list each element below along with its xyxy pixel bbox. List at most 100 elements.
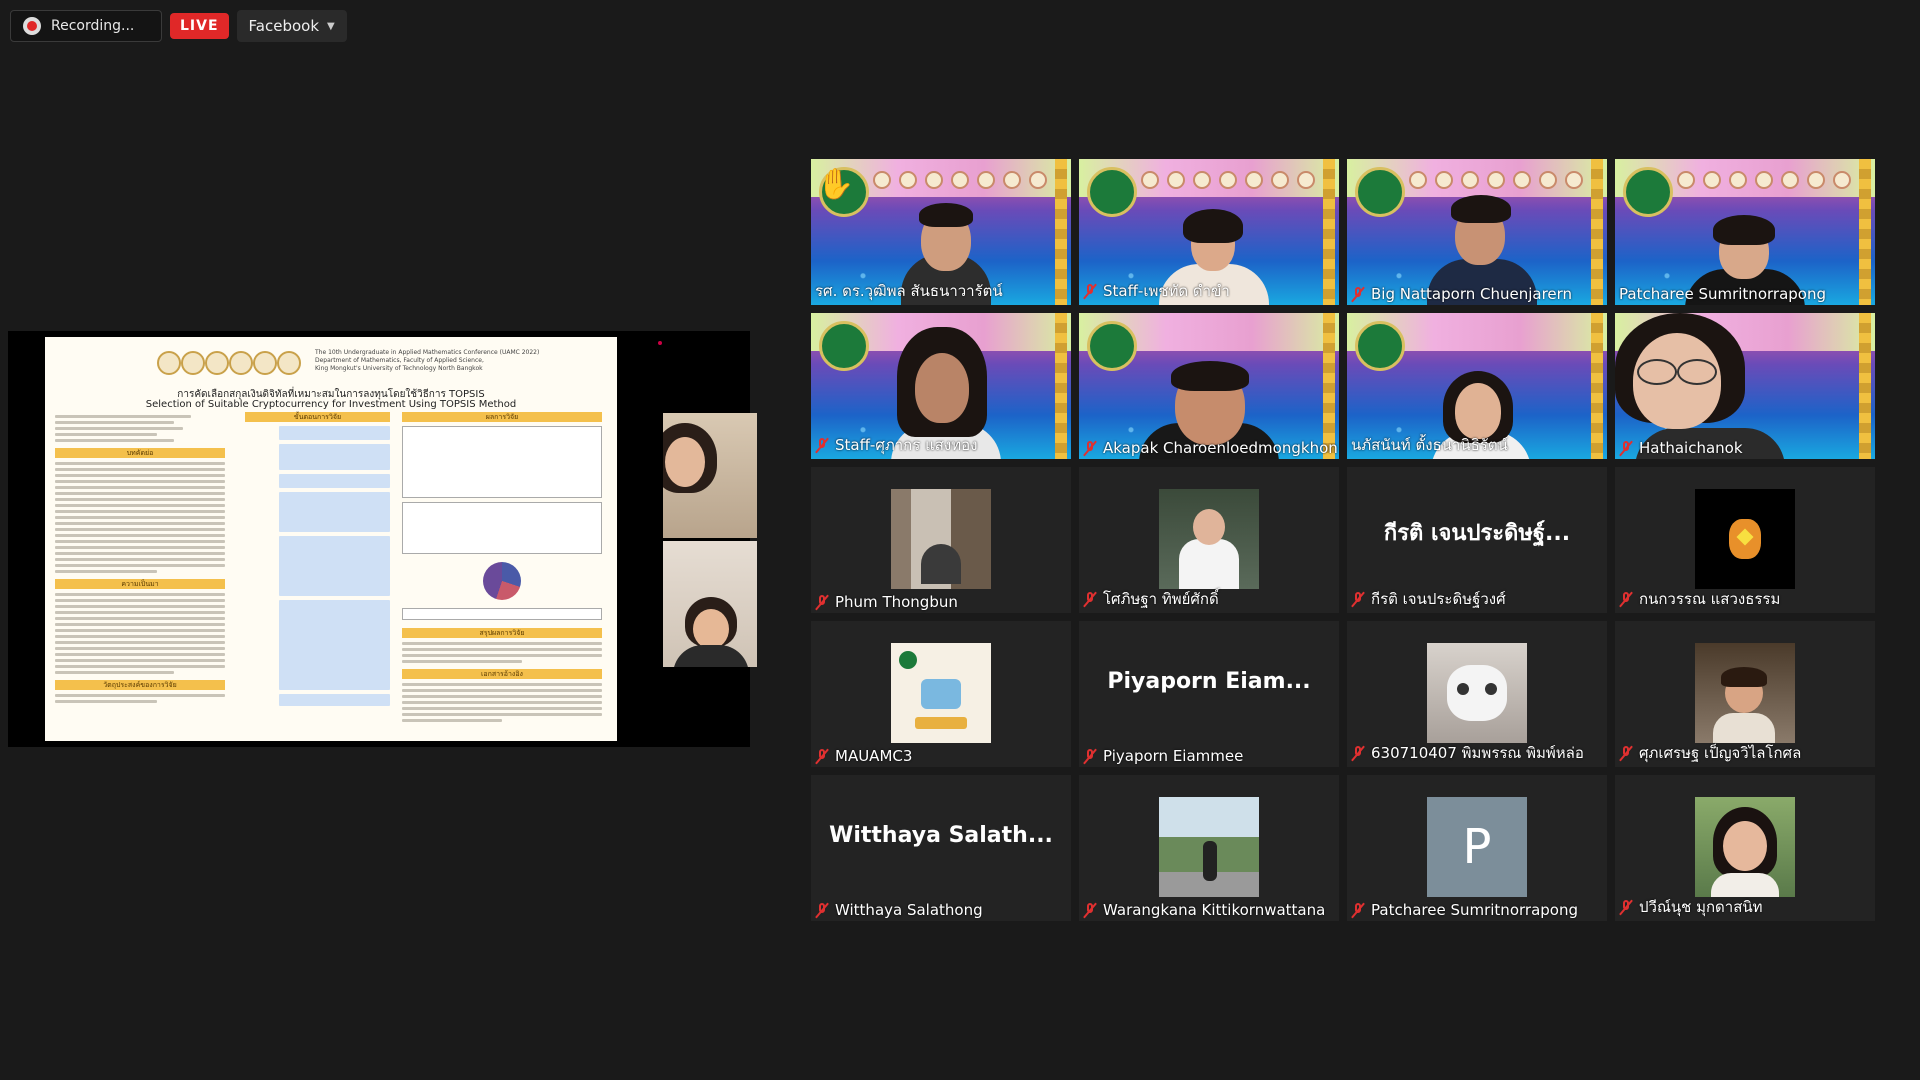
participant-avatar — [891, 489, 991, 589]
participant-tile[interactable]: Staff-ศุภากร แสงทอง — [811, 313, 1071, 459]
participant-name: โศภิษฐา ทิพย์ศักดิ์ — [1103, 590, 1219, 608]
participant-tile[interactable]: 630710407 พิมพรรณ พิมพ์หล่อ — [1347, 621, 1607, 767]
participant-avatar — [1427, 643, 1527, 743]
uamc-logo — [819, 321, 869, 371]
participant-tile[interactable]: Patcharee Sumritnorrapong — [1615, 159, 1875, 305]
uamc-logo — [1355, 167, 1405, 217]
uamc-logo — [1087, 321, 1137, 371]
presenter-camera-1 — [663, 413, 757, 538]
participant-name-bar: Patcharee Sumritnorrapong — [1619, 285, 1826, 303]
mic-muted-icon — [815, 594, 829, 610]
participant-name: รศ. ดร.วุฒิพล สันธนาวารัตน์ — [815, 282, 1003, 300]
mic-muted-icon — [815, 902, 829, 918]
participant-tile[interactable]: Phum Thongbun — [811, 467, 1071, 613]
participant-name-bar: ศุภเศรษฐ เป็ญจวิไลโกศล — [1619, 741, 1801, 765]
participant-name-bar: Akapak Charoenloedmongkhon — [1083, 439, 1338, 457]
poster-section-head: วัตถุประสงค์ของการวิจัย — [55, 680, 225, 690]
participant-avatar — [1695, 643, 1795, 743]
participant-tile[interactable]: Big Nattaporn Chuenjarern — [1347, 159, 1607, 305]
participant-tile-active-speaker[interactable]: นภัสนันท์ ตั้งธนานิธิรัตน์ — [1347, 313, 1607, 459]
participant-name-bar: Staff-ศุภากร แสงทอง — [815, 433, 977, 457]
participant-tile[interactable]: Warangkana Kittikornwattana — [1079, 775, 1339, 921]
mic-muted-icon — [1619, 899, 1633, 915]
seal-icon — [181, 351, 205, 375]
participant-tile[interactable]: MAUAMC3 — [811, 621, 1071, 767]
participant-tile[interactable]: ปวีณ์นุช มุกดาสนิท — [1615, 775, 1875, 921]
participant-name-bar: กีรติ เจนประดิษฐ์วงศ์ — [1351, 587, 1506, 611]
results-pie-chart — [483, 562, 521, 600]
participant-tile[interactable]: กนกวรรณ แสวงธรรม — [1615, 467, 1875, 613]
participant-avatar — [1695, 489, 1795, 589]
mic-muted-icon — [1351, 745, 1365, 761]
participant-tile[interactable]: ศุภเศรษฐ เป็ญจวิไลโกศล — [1615, 621, 1875, 767]
poster-header: The 10th Undergraduate in Applied Mathem… — [45, 337, 617, 387]
seal-icon — [205, 351, 229, 375]
participant-name: Warangkana Kittikornwattana — [1103, 901, 1326, 919]
presenter-camera-2 — [663, 541, 757, 667]
results-table — [402, 502, 602, 554]
seal-icon — [277, 351, 301, 375]
participant-tile[interactable]: P Patcharee Sumritnorrapong — [1347, 775, 1607, 921]
participant-name: นภัสนันท์ ตั้งธนานิธิรัตน์ — [1351, 436, 1508, 454]
recording-indicator[interactable]: Recording... — [10, 10, 162, 42]
participant-tile[interactable]: Staff-เพชทัด ดำขำ — [1079, 159, 1339, 305]
participant-name: กีรติ เจนประดิษฐ์วงศ์ — [1371, 590, 1506, 608]
participant-tile[interactable]: กีรติ เจนประดิษฐ์... กีรติ เจนประดิษฐ์วง… — [1347, 467, 1607, 613]
mic-muted-icon — [1083, 283, 1097, 299]
mic-muted-icon — [1083, 440, 1097, 456]
poster-col-left: บทคัดย่อ ความเป็นมา วัตถุประสงค์ของการวิ… — [55, 412, 225, 706]
participant-name-bar: Staff-เพชทัด ดำขำ — [1083, 279, 1230, 303]
participant-tile[interactable]: Piyaporn Eiam... Piyaporn Eiammee — [1079, 621, 1339, 767]
participant-name-bar: Patcharee Sumritnorrapong — [1351, 901, 1578, 919]
participant-display-name: กีรติ เจนประดิษฐ์... — [1383, 521, 1571, 546]
participant-display-name: Witthaya Salath... — [829, 823, 1053, 848]
poster-col-middle: ขั้นตอนการวิจัย — [245, 412, 390, 710]
facebook-dropdown[interactable]: Facebook ▼ — [236, 10, 347, 42]
participant-name: Phum Thongbun — [835, 593, 958, 611]
recording-label: Recording... — [51, 18, 135, 34]
participant-name: Akapak Charoenloedmongkhon — [1103, 439, 1338, 457]
research-poster: The 10th Undergraduate in Applied Mathem… — [45, 337, 617, 741]
participant-tile[interactable]: Hathaichanok — [1615, 313, 1875, 459]
participant-name-bar: Warangkana Kittikornwattana — [1083, 901, 1325, 919]
participant-name-bar: Witthaya Salathong — [815, 901, 983, 919]
participant-tile[interactable]: Witthaya Salath... Witthaya Salathong — [811, 775, 1071, 921]
participant-letter-avatar: P — [1427, 797, 1527, 897]
participant-name-bar: กนกวรรณ แสวงธรรม — [1619, 587, 1780, 611]
live-button[interactable]: LIVE — [170, 13, 229, 39]
participant-tile[interactable]: ✋ รศ. ดร.วุฒิพล สันธนาวารัตน์ — [811, 159, 1071, 305]
participant-name: Witthaya Salathong — [835, 901, 983, 919]
seal-icon — [229, 351, 253, 375]
participant-name: ศุภเศรษฐ เป็ญจวิไลโกศล — [1639, 744, 1802, 762]
participant-name: MAUAMC3 — [835, 747, 913, 765]
participant-name: กนกวรรณ แสวงธรรม — [1639, 590, 1781, 608]
participant-tile[interactable]: Akapak Charoenloedmongkhon — [1079, 313, 1339, 459]
participant-name-bar: Big Nattaporn Chuenjarern — [1351, 285, 1572, 303]
poster-section-head: ผลการวิจัย — [402, 412, 602, 422]
participant-avatar — [1695, 797, 1795, 897]
poster-section-head: บทคัดย่อ — [55, 448, 225, 458]
participant-display-name: Piyaporn Eiam... — [1107, 669, 1311, 694]
participant-tile[interactable]: โศภิษฐา ทิพย์ศักดิ์ — [1079, 467, 1339, 613]
uamc-logo — [1355, 321, 1405, 371]
seal-icon — [157, 351, 181, 375]
meeting-topbar: Recording... LIVE Facebook ▼ — [10, 10, 347, 42]
participant-avatar — [891, 643, 991, 743]
mic-muted-icon — [1351, 902, 1365, 918]
recording-icon — [23, 17, 41, 35]
participant-name-bar: รศ. ดร.วุฒิพล สันธนาวารัตน์ — [815, 279, 1003, 303]
mic-muted-icon — [815, 748, 829, 764]
mic-muted-icon — [1619, 745, 1633, 761]
uamc-logo — [1087, 167, 1137, 217]
participant-name-bar: Piyaporn Eiammee — [1083, 747, 1243, 765]
participant-name-bar: MAUAMC3 — [815, 747, 912, 765]
poster-section-head: ความเป็นมา — [55, 579, 225, 589]
conference-line: The 10th Undergraduate in Applied Mathem… — [315, 349, 540, 356]
poster-section-head: เอกสารอ้างอิง — [402, 669, 602, 679]
uamc-logo — [1623, 167, 1673, 217]
cursor-dot — [658, 341, 662, 345]
shared-screen[interactable]: The 10th Undergraduate in Applied Mathem… — [8, 331, 757, 747]
results-table — [402, 426, 602, 498]
mic-muted-icon — [1619, 591, 1633, 607]
participant-avatar — [1159, 797, 1259, 897]
